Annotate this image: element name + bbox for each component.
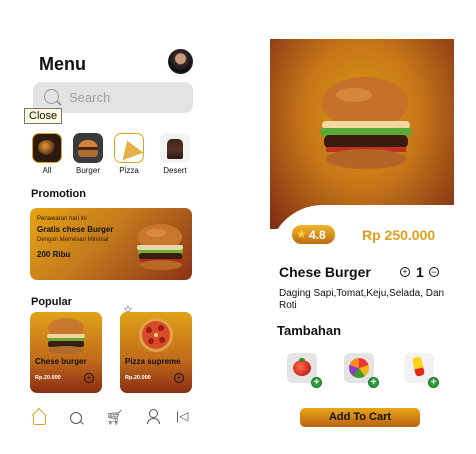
extra-sauce[interactable]: + <box>404 353 439 388</box>
add-icon[interactable]: + <box>368 377 379 388</box>
rating-value: 4.8 <box>309 228 326 242</box>
product-name: Chese Burger <box>279 264 371 280</box>
promotion-banner[interactable]: Penawaran hari ini Gratis chese Burger D… <box>30 208 192 280</box>
promo-line: Penawaran hari ini <box>37 216 87 222</box>
all-food-icon <box>32 133 62 163</box>
card-title: Pizza supreme <box>125 357 181 366</box>
category-label: All <box>42 166 52 175</box>
add-icon[interactable]: + <box>428 377 439 388</box>
close-tooltip: Close <box>24 108 63 124</box>
category-label: Desert <box>163 166 187 175</box>
product-price: Rp 250.000 <box>362 227 436 243</box>
add-icon[interactable]: + <box>174 373 184 383</box>
page-title: Menu <box>39 54 86 74</box>
avatar[interactable] <box>168 49 193 74</box>
promo-amount: 200 Ribu <box>37 250 71 259</box>
star-icon: ★ <box>296 227 307 241</box>
increment-button[interactable]: + <box>400 267 410 277</box>
search-icon[interactable] <box>68 409 84 425</box>
promotion-title: Promotion <box>31 188 86 200</box>
add-icon[interactable]: + <box>311 377 322 388</box>
add-to-cart-label: Add To Cart <box>328 411 392 423</box>
promo-headline: Gratis chese Burger <box>37 225 114 234</box>
category-list: All Burger Pizza Desert <box>31 133 201 178</box>
burger-image <box>47 318 85 354</box>
promo-line: Dengan Memesan Minimal <box>37 237 109 243</box>
burger-icon <box>73 133 103 163</box>
popular-card-pizza[interactable]: Pizza supreme Rp.20.000 + <box>120 312 192 393</box>
pizza-image <box>139 318 173 352</box>
add-icon[interactable]: + <box>84 373 94 383</box>
product-hero <box>268 39 458 265</box>
desert-icon <box>160 133 190 163</box>
search-input[interactable]: Search <box>69 90 110 105</box>
rating-badge: ★ 4.8 <box>292 225 335 244</box>
home-icon[interactable] <box>31 409 47 425</box>
pizza-icon <box>114 133 144 163</box>
extra-tomato[interactable]: + <box>287 353 322 388</box>
category-label: Pizza <box>119 166 139 175</box>
category-pizza[interactable]: Pizza <box>113 133 145 175</box>
product-description: Daging Sapi,Tomat,Keju,Selada, Dan Roti <box>279 288 445 311</box>
popular-card-burger[interactable]: Chese burger Rp.20.000 + <box>30 312 102 393</box>
back-icon[interactable]: |◁ <box>176 409 192 425</box>
category-desert[interactable]: Desert <box>159 133 191 175</box>
category-burger[interactable]: Burger <box>72 133 104 175</box>
decrement-button[interactable]: − <box>429 267 439 277</box>
card-price: Rp.20.000 <box>125 375 151 381</box>
extra-vegetables[interactable]: + <box>344 353 379 388</box>
burger-image <box>320 77 412 169</box>
quantity-value: 1 <box>416 264 424 280</box>
cart-icon[interactable]: 🛒︎ <box>106 409 124 425</box>
search-icon <box>44 89 59 104</box>
detail-screen: ★ 4.8 Rp 250.000 Chese Burger + 1 − Dagi… <box>268 39 458 434</box>
extras-title: Tambahan <box>277 323 342 338</box>
menu-screen: Menu Search Close All Burger Pizza Deser… <box>20 40 205 440</box>
quantity-stepper: + 1 − <box>400 264 442 280</box>
card-title: Chese burger <box>35 357 87 366</box>
category-label: Burger <box>75 166 100 175</box>
add-to-cart-button[interactable]: Add To Cart <box>300 408 420 427</box>
bottom-nav: 🛒︎ |◁ <box>31 409 196 429</box>
app-mockup: Menu Search Close All Burger Pizza Deser… <box>0 0 476 454</box>
popular-title: Popular <box>31 296 72 308</box>
category-all[interactable]: All <box>31 133 63 175</box>
burger-image <box>137 224 183 270</box>
card-price: Rp.20.000 <box>35 375 61 381</box>
user-icon[interactable] <box>145 409 161 425</box>
